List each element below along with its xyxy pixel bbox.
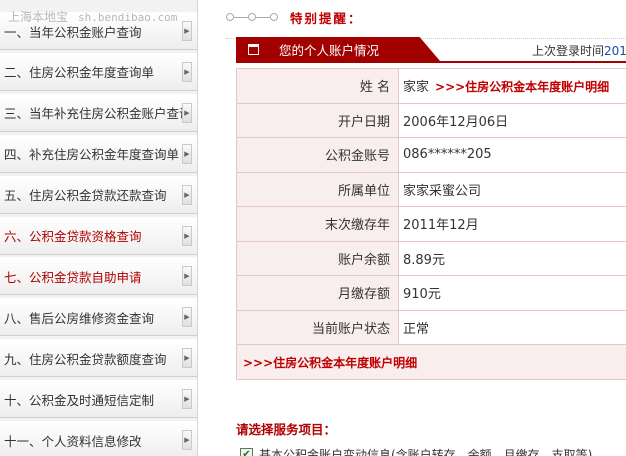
table-row: 账户余额 8.89元 bbox=[236, 240, 626, 276]
sidebar-item-label: 九、住房公积金贷款额度查询 bbox=[4, 351, 167, 367]
main-panel: 特别提醒： 您的个人账户情况 上次登录时间201 姓 名家家 >>>住房公积金本年… bbox=[198, 0, 626, 456]
sidebar-item[interactable]: 七、公积金贷款自助申请 ▶ bbox=[0, 257, 197, 296]
row-value: 910元 bbox=[403, 287, 441, 303]
row-value-cell: 家家 >>>住房公积金本年度账户明细 bbox=[398, 68, 626, 104]
table-row: 月缴存额 910元 bbox=[236, 275, 626, 311]
sidebar-item-label: 五、住房公积金贷款还款查询 bbox=[4, 188, 167, 204]
row-key: 开户日期 bbox=[236, 102, 399, 138]
sidebar-item-label: 十、公积金及时通短信定制 bbox=[4, 392, 155, 408]
account-tab-title: 您的个人账户情况 bbox=[279, 42, 380, 58]
table-row: 公积金账号 086******205 bbox=[236, 137, 626, 173]
sidebar-item-label: 七、公积金贷款自助申请 bbox=[4, 269, 142, 285]
last-login-value: 201 bbox=[604, 44, 626, 58]
table-row: 末次缴存年 2011年12月 bbox=[236, 206, 626, 242]
row-value-cell: 家家采蜜公司 bbox=[398, 171, 626, 207]
sidebar-item[interactable]: 四、补充住房公积金年度查询单 ▶ bbox=[0, 134, 197, 173]
sidebar-item-label: 六、公积金贷款资格查询 bbox=[4, 229, 142, 244]
row-value-cell: 910元 bbox=[398, 275, 626, 311]
sidebar-item[interactable]: 八、售后公房维修资金查询 ▶ bbox=[0, 298, 197, 337]
triangle-right-icon: ▶ bbox=[182, 143, 192, 164]
sidebar-nav: 上海本地宝 sh.bendibao.com 一、当年公积金账户查询 ▶ 二、住房公积金… bbox=[0, 0, 198, 456]
row-key: 月缴存额 bbox=[236, 275, 399, 311]
triangle-right-icon: ▶ bbox=[182, 61, 192, 82]
row-value: 2011年12月 bbox=[403, 218, 479, 234]
sidebar-item[interactable]: 十一、个人资料信息修改 ▶ bbox=[0, 421, 197, 456]
sidebar-item-label: 二、住房公积金年度查询单 bbox=[4, 65, 155, 81]
triangle-right-icon: ▶ bbox=[182, 225, 192, 246]
row-value-cell: 2011年12月 bbox=[398, 206, 626, 242]
row-key: 末次缴存年 bbox=[236, 206, 399, 242]
table-footer-row: >>>住房公积金本年度账户明细 bbox=[236, 344, 626, 380]
table-row: 开户日期 2006年12月06日 bbox=[236, 102, 626, 138]
annual-detail-link[interactable]: >>>住房公积金本年度账户明细 bbox=[435, 80, 609, 94]
row-value: 家家采蜜公司 bbox=[403, 183, 482, 199]
table-row: 当前账户状态 正常 bbox=[236, 309, 626, 345]
row-key: 公积金账号 bbox=[236, 137, 399, 173]
notice-title: 特别提醒： bbox=[290, 10, 363, 26]
tab-divider bbox=[236, 61, 626, 63]
sidebar-item[interactable]: 六、公积金贷款资格查询 ▶ bbox=[0, 216, 197, 255]
triangle-right-icon: ▶ bbox=[182, 266, 192, 287]
triangle-right-icon: ▶ bbox=[182, 307, 192, 328]
watermark: 上海本地宝 sh.bendibao.com bbox=[8, 8, 177, 25]
watermark-domain: sh.bendibao.com bbox=[78, 11, 178, 24]
services-heading: 请选择服务项目： bbox=[236, 422, 337, 437]
sidebar-item[interactable]: 十、公积金及时通短信定制 ▶ bbox=[0, 380, 197, 419]
row-value-cell: 8.89元 bbox=[398, 240, 626, 276]
row-value: 086******205 bbox=[403, 147, 492, 163]
service-option-label: 基本公积金账户变动信息(含账户转存、余额、月缴存、支取等) bbox=[259, 448, 593, 456]
row-value-cell: 正常 bbox=[398, 309, 626, 345]
sidebar-item[interactable]: 二、住房公积金年度查询单 ▶ bbox=[0, 52, 197, 91]
table-row: 所属单位 家家采蜜公司 bbox=[236, 171, 626, 207]
triangle-right-icon: ▶ bbox=[182, 430, 192, 450]
row-key: 姓 名 bbox=[236, 68, 399, 104]
last-login-label: 上次登录时间 bbox=[532, 44, 605, 58]
row-value: 正常 bbox=[403, 321, 430, 337]
checkbox-checked-icon[interactable]: ✔ bbox=[240, 448, 253, 456]
sidebar-item-label: 三、当年补充住房公积金账户查询 bbox=[4, 106, 182, 122]
row-value: 2006年12月06日 bbox=[403, 114, 509, 130]
service-option[interactable]: ✔ 基本公积金账户变动信息(含账户转存、余额、月缴存、支取等) bbox=[240, 446, 592, 456]
sidebar-item[interactable]: 五、住房公积金贷款还款查询 ▶ bbox=[0, 175, 197, 214]
account-tab: 您的个人账户情况 bbox=[236, 37, 440, 61]
sidebar-item[interactable]: 三、当年补充住房公积金账户查询 ▶ bbox=[0, 93, 197, 132]
triangle-right-icon: ▶ bbox=[182, 348, 192, 369]
triangle-right-icon: ▶ bbox=[182, 389, 192, 410]
special-notice: 特别提醒： bbox=[226, 6, 626, 39]
annual-detail-link-footer[interactable]: >>>住房公积金本年度账户明细 bbox=[243, 356, 417, 370]
account-box-icon bbox=[248, 43, 259, 55]
account-info-table: 姓 名家家 >>>住房公积金本年度账户明细 开户日期 2006年12月06日 公积金账号… bbox=[236, 68, 626, 380]
row-value-cell: 2006年12月06日 bbox=[398, 102, 626, 138]
triangle-right-icon: ▶ bbox=[182, 102, 192, 123]
sidebar-item-label: 十一、个人资料信息修改 bbox=[4, 433, 142, 449]
notice-ornament-icon bbox=[226, 13, 278, 21]
row-value: 8.89元 bbox=[403, 252, 445, 268]
last-login: 上次登录时间201 bbox=[532, 42, 626, 59]
watermark-site: 上海本地宝 bbox=[8, 10, 69, 24]
triangle-right-icon: ▶ bbox=[182, 184, 192, 205]
row-value: 家家 bbox=[403, 80, 430, 96]
sidebar-item[interactable]: 九、住房公积金贷款额度查询 ▶ bbox=[0, 339, 197, 378]
table-row: 姓 名家家 >>>住房公积金本年度账户明细 bbox=[236, 68, 626, 104]
row-key: 所属单位 bbox=[236, 171, 399, 207]
row-value-cell: 086******205 bbox=[398, 137, 626, 173]
row-key: 账户余额 bbox=[236, 240, 399, 276]
row-key: 当前账户状态 bbox=[236, 309, 399, 345]
sidebar-item-label: 四、补充住房公积金年度查询单 bbox=[4, 147, 180, 163]
sidebar-item-label: 八、售后公房维修资金查询 bbox=[4, 310, 155, 326]
triangle-right-icon: ▶ bbox=[182, 21, 192, 41]
